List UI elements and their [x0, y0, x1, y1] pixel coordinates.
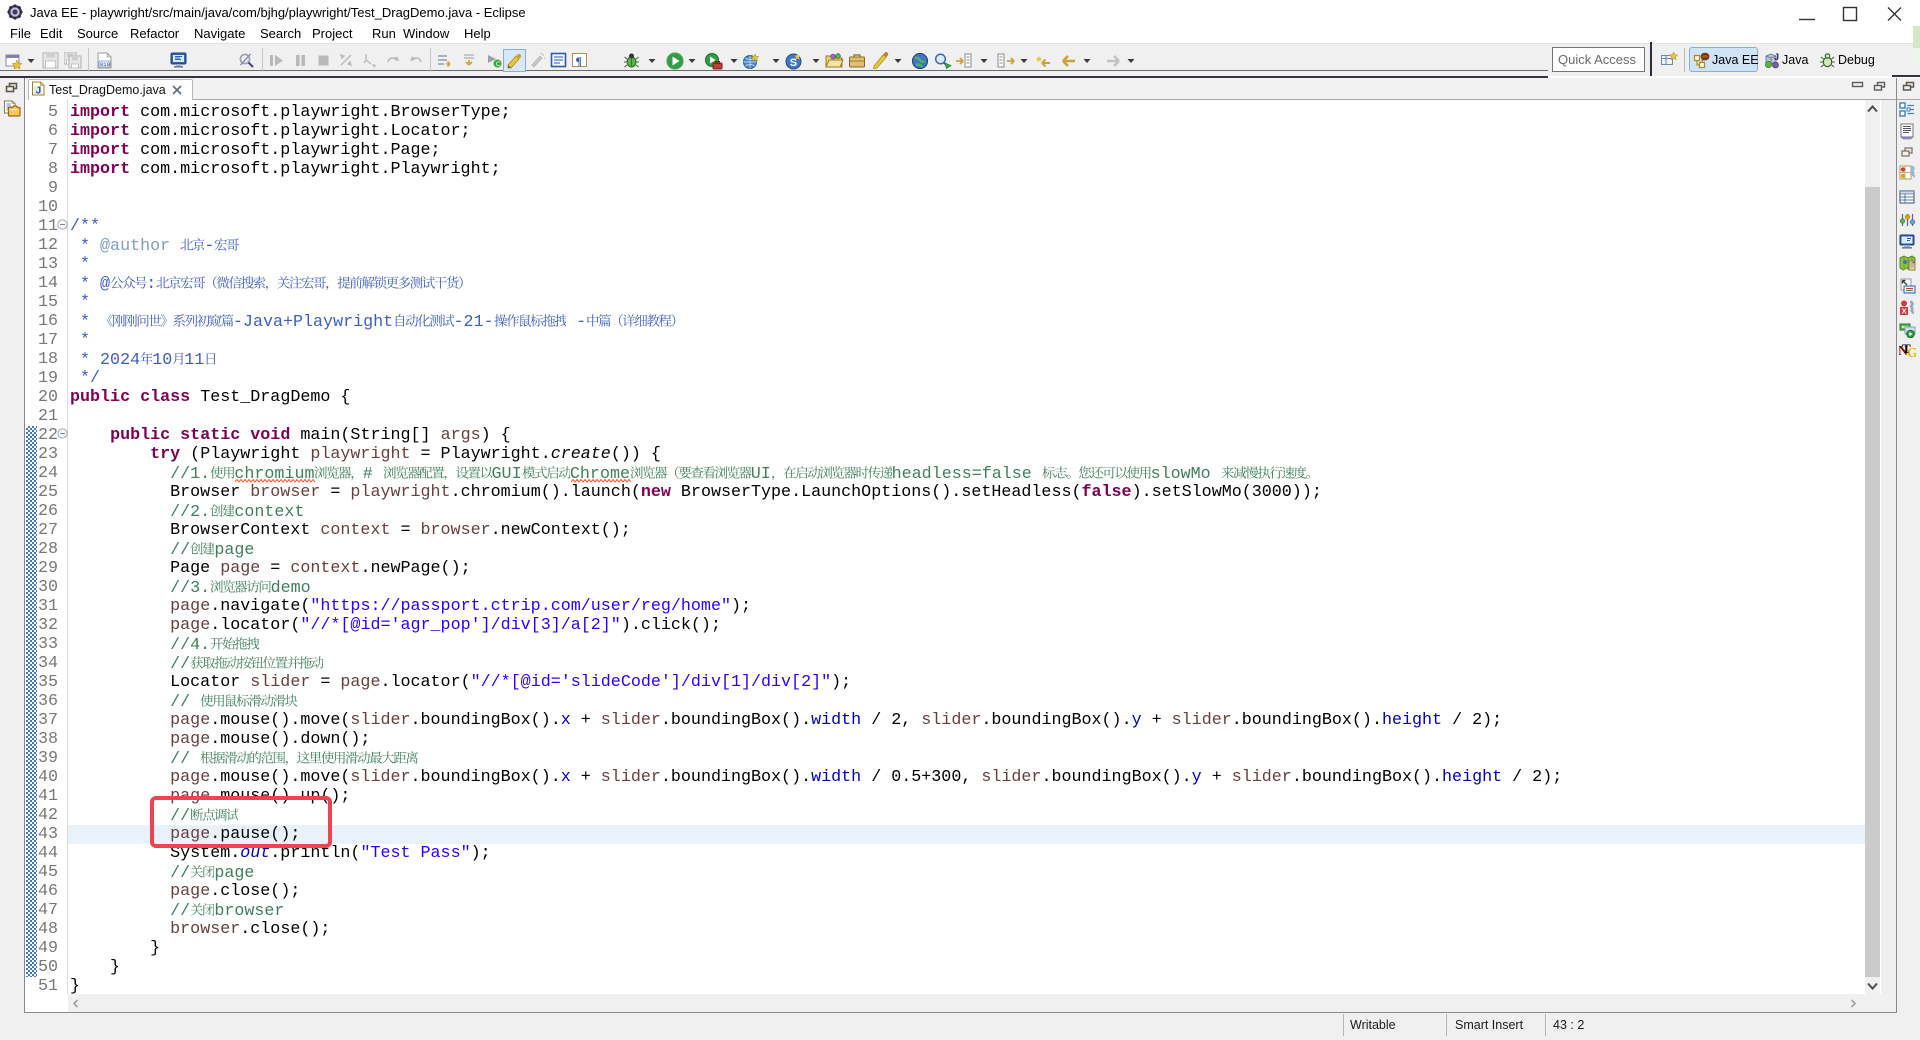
- svg-text:C: C: [496, 61, 501, 68]
- svg-text:X: X: [1902, 307, 1907, 316]
- svg-text:T: T: [1902, 341, 1911, 356]
- svg-text:J: J: [1774, 52, 1779, 62]
- svg-text:¶: ¶: [576, 54, 582, 68]
- svg-text:J: J: [36, 85, 42, 96]
- svg-text:010: 010: [100, 61, 110, 68]
